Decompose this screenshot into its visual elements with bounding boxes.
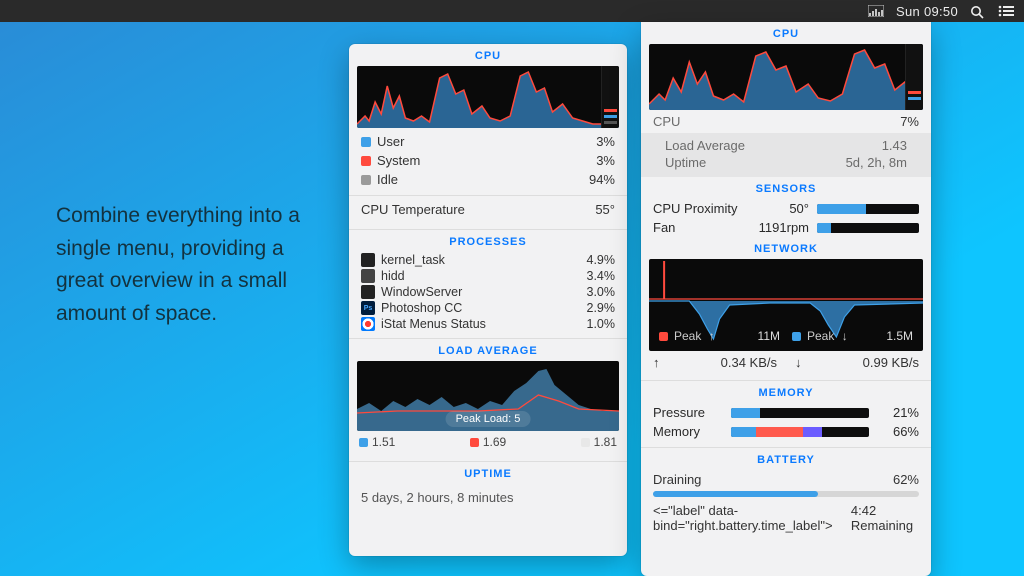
battery-time-row: <="label" data-bind="right.battery.time_… [641, 501, 931, 535]
meter [817, 223, 919, 233]
load-header: LOAD AVERAGE [349, 339, 627, 361]
uptime-value: 5 days, 2 hours, 8 minutes [349, 484, 627, 515]
cpu-graph-right[interactable] [649, 44, 923, 110]
search-icon[interactable] [970, 5, 986, 17]
network-header: NETWORK [641, 237, 931, 259]
list-icon[interactable] [998, 5, 1014, 17]
swatch-icon [792, 332, 801, 341]
cpu-idle-row: Idle94% [349, 170, 627, 189]
uptime-header: UPTIME [349, 462, 627, 484]
process-row[interactable]: kernel_task4.9% [349, 252, 627, 268]
process-row[interactable]: WindowServer3.0% [349, 284, 627, 300]
fan-row: Fan 1191rpm [641, 218, 931, 237]
swatch-icon [470, 438, 479, 447]
network-graph[interactable]: Peak ↑11M Peak ↓1.5M [649, 259, 923, 351]
photoshop-icon [361, 301, 375, 315]
process-row[interactable]: Photoshop CC2.9% [349, 300, 627, 316]
menubar-clock[interactable]: Sun 09:50 [896, 4, 958, 19]
swatch-icon [361, 156, 371, 166]
meter [731, 427, 869, 437]
meter [731, 408, 869, 418]
cpu-header: CPU [349, 44, 627, 66]
memory-row: Memory 66% [641, 422, 931, 441]
battery-state-row: Draining62% [641, 470, 931, 489]
process-row[interactable]: iStat Menus Status1.0% [349, 316, 627, 332]
memory-header: MEMORY [641, 381, 931, 403]
swatch-icon [581, 438, 590, 447]
process-row[interactable]: hidd3.4% [349, 268, 627, 284]
process-icon [361, 253, 375, 267]
summary-band: Load Average1.43 Uptime5d, 2h, 8m [641, 133, 931, 177]
promo-text: Combine everything into a single menu, p… [56, 200, 336, 330]
swatch-icon [361, 175, 371, 185]
stats-panel-left: CPU User3% System3% Idle94% CPU Temperat… [349, 44, 627, 556]
process-icon [361, 269, 375, 283]
peak-load-pill: Peak Load: 5 [446, 411, 531, 427]
istat-icon [361, 317, 375, 331]
cpu-user-row: User3% [349, 132, 627, 151]
stats-panel-right: CPU CPU7% Load Average1.43 Uptime5d, 2h,… [641, 22, 931, 576]
network-legend: Peak ↑11M Peak ↓1.5M [649, 327, 923, 347]
cpu-system-row: System3% [349, 151, 627, 170]
cpu-total-row: CPU7% [641, 110, 931, 133]
cpu-menubar-icon[interactable] [868, 5, 884, 17]
load-graph[interactable]: Peak Load: 5 [357, 361, 619, 431]
cpu-graph[interactable] [357, 66, 619, 128]
process-icon [361, 285, 375, 299]
cpu-prox-row: CPU Proximity 50° [641, 199, 931, 218]
meter [817, 204, 919, 214]
cpu-temp-row[interactable]: CPU Temperature55° [349, 196, 627, 223]
menubar: Sun 09:50 [0, 0, 1024, 22]
cpu-header-right: CPU [641, 22, 931, 44]
battery-header: BATTERY [641, 448, 931, 470]
battery-bar [653, 491, 919, 497]
swatch-icon [659, 332, 668, 341]
swatch-icon [361, 137, 371, 147]
sensors-header: SENSORS [641, 177, 931, 199]
pressure-row: Pressure 21% [641, 403, 931, 422]
swatch-icon [359, 438, 368, 447]
load-values: 1.51 1.69 1.81 [349, 431, 627, 455]
network-rates: ↑0.34 KB/s ↓0.99 KB/s [641, 351, 931, 374]
processes-header: PROCESSES [349, 230, 627, 252]
